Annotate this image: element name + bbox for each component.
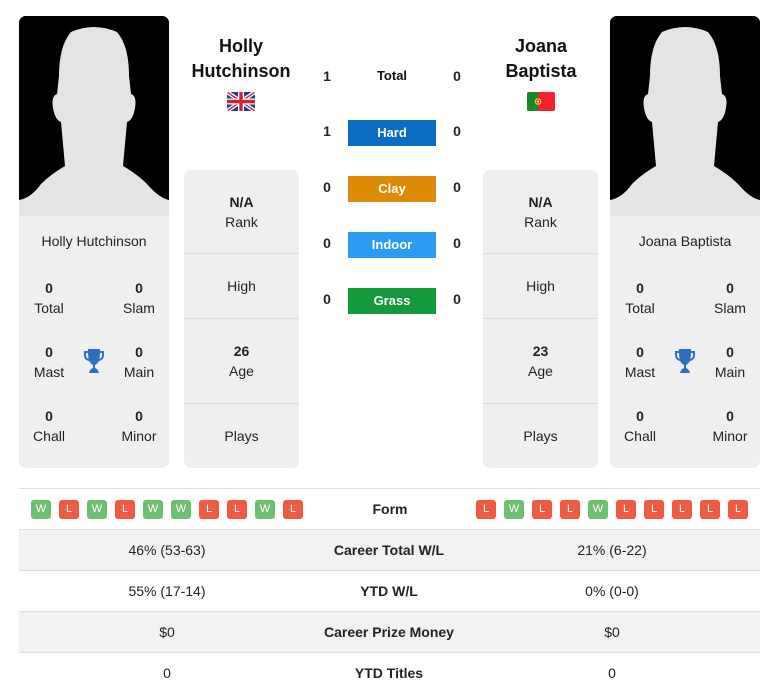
player-name-right: Joana Baptista [638,233,732,249]
trophy-icon [84,349,104,373]
title-main-right: 0 Main [714,344,746,380]
plays-cell-left: Plays [224,428,259,444]
form-win-badge[interactable]: W [255,500,275,519]
form-loss-badge[interactable]: L [700,500,720,519]
age-cell-right: 23 Age [483,319,598,404]
title-chall-right: 0 Chall [624,408,656,444]
form-win-badge[interactable]: W [87,500,107,519]
stat-row-career-prize-money: $0 Career Prize Money $0 [19,612,760,653]
form-loss-badge[interactable]: L [59,500,79,519]
surface-grass-badge[interactable]: Grass [348,288,436,314]
form-loss-badge[interactable]: L [532,500,552,519]
form-loss-badge[interactable]: L [115,500,135,519]
rank-cell-left: N/A Rank [184,170,299,254]
title-mast-left: 0 Mast [33,344,65,380]
h2h-total-row: 1 Total 0 [323,68,461,84]
form-win-badge[interactable]: W [171,500,191,519]
player-photo-left [19,16,169,216]
title-slam-left: 0 Slam [123,280,155,316]
player-info-right: N/A Rank High 23 Age Plays [483,170,598,468]
form-loss-badge[interactable]: L [644,500,664,519]
surface-indoor-badge[interactable]: Indoor [348,232,436,258]
uk-flag-icon [227,92,255,111]
form-win-badge[interactable]: W [504,500,524,519]
form-label: Form [372,501,408,517]
title-total-left: 0 Total [34,280,64,316]
form-win-badge[interactable]: W [143,500,163,519]
stat-row-ytd-wl: 55% (17-14) YTD W/L 0% (0-0) [128,583,639,599]
form-win-badge[interactable]: W [31,500,51,519]
title-minor-right: 0 Minor [712,408,748,444]
silhouette-icon [19,16,169,216]
silhouette-icon [610,16,760,216]
stat-row-career-total-wl: 46% (53-63) Career Total W/L 21% (6-22) [19,530,760,571]
title-main-left: 0 Main [123,344,155,380]
player-info-left: N/A Rank High 26 Age Plays [184,170,299,468]
age-cell-left: 26 Age [184,319,299,404]
title-slam-right: 0 Slam [714,280,746,316]
h2h-clay-row: 0 Clay 0 [310,176,470,202]
trophy-icon [675,349,695,373]
form-loss-badge[interactable]: L [728,500,748,519]
portugal-flag-icon [527,92,555,111]
player-card-left: Holly Hutchinson 0 Total 0 Slam 0 Mast 0… [19,16,169,468]
form-loss-badge[interactable]: L [227,500,247,519]
high-cell-right: High [483,254,598,319]
player-photo-right [610,16,760,216]
plays-cell-right: Plays [523,428,558,444]
surface-hard-badge[interactable]: Hard [348,120,436,146]
h2h-grass-row: 0 Grass 0 [310,288,470,314]
stat-row-ytd-titles: 0 YTD Titles 0 [163,665,616,681]
h2h-hard-row: 1 Hard 0 [310,120,470,146]
player-heading-left[interactable]: Holly Hutchinson [176,34,306,84]
surface-clay-badge[interactable]: Clay [348,176,436,202]
h2h-indoor-row: 0 Indoor 0 [310,232,470,258]
title-mast-right: 0 Mast [624,344,656,380]
form-loss-badge[interactable]: L [476,500,496,519]
high-cell-left: High [184,254,299,319]
divider [19,488,760,489]
title-chall-left: 0 Chall [33,408,65,444]
player-heading-right[interactable]: Joana Baptista [476,34,606,84]
title-minor-left: 0 Minor [121,408,157,444]
form-win-badge[interactable]: W [588,500,608,519]
title-total-right: 0 Total [625,280,655,316]
form-loss-badge[interactable]: L [199,500,219,519]
rank-cell-right: N/A Rank [483,170,598,254]
form-loss-badge[interactable]: L [672,500,692,519]
player-name-left: Holly Hutchinson [41,233,147,249]
form-loss-badge[interactable]: L [616,500,636,519]
player-card-right: Joana Baptista 0 Total 0 Slam 0 Mast 0 M… [610,16,760,468]
form-loss-badge[interactable]: L [283,500,303,519]
form-loss-badge[interactable]: L [560,500,580,519]
